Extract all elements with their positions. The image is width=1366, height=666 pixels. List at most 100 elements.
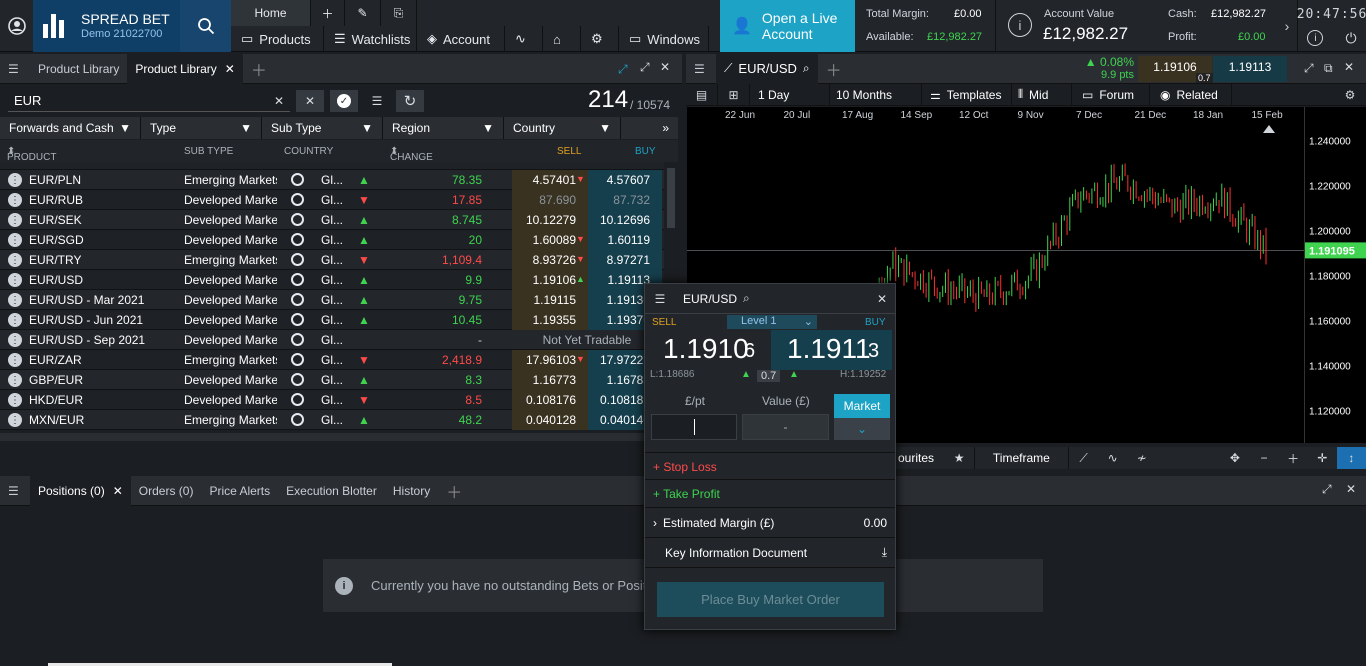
star-icon[interactable]: ★ [945, 447, 974, 469]
table-row[interactable]: ⋮ EUR/ZAR Emerging Markets Gl... ▼ 1.32% 2,41… [0, 350, 678, 370]
col-subtype[interactable]: SUB TYPE [184, 146, 233, 157]
expand-columns-icon[interactable]: » [621, 117, 678, 139]
info-icon[interactable]: i [1008, 13, 1032, 37]
clear-filter-button[interactable]: ✕ [296, 90, 324, 112]
more-icon[interactable]: ⋮ [8, 253, 22, 267]
draw-tools-icon[interactable]: ▤ [686, 84, 718, 105]
more-icon[interactable]: ⋮ [8, 233, 22, 247]
tab-positions[interactable]: Positions (0) ✕ [30, 475, 131, 506]
layout-options-icon[interactable]: ⎘ [381, 0, 417, 26]
horizontal-scrollbar[interactable] [0, 433, 682, 441]
more-icon[interactable]: ⋮ [8, 193, 22, 207]
table-row[interactable]: ⋮ EUR/USD - Mar 2021 Developed Markets Gl..… [0, 290, 678, 310]
fit-vertical-icon[interactable]: ↕ [1336, 447, 1366, 469]
more-icon[interactable]: ⋮ [8, 333, 22, 347]
sell-price[interactable]: 1.19115 [512, 290, 588, 310]
table-row[interactable]: ⋮ GBP/EUR Developed Markets Gl... ▲ 0.07% 8.3… [0, 370, 678, 390]
buy-price[interactable]: 10.12696 [588, 210, 662, 230]
popout-icon[interactable]: ⧉ [1324, 61, 1333, 76]
table-row[interactable]: ⋮ MXN/EUR Emerging Markets Gl... ▲ 1.21% 48.2… [0, 410, 678, 430]
estimated-margin-row[interactable]: › Estimated Margin (£) 0.00 [645, 508, 895, 538]
more-icon[interactable]: ⋮ [8, 213, 22, 227]
trendline-icon[interactable]: ⟋ [1069, 447, 1098, 469]
watchlists-menu[interactable]: ☰ Watchlists [324, 26, 417, 52]
menu-icon[interactable]: ☰ [0, 476, 30, 506]
activity-icon[interactable]: ∿ [505, 26, 543, 52]
product-name[interactable]: EUR/USD - Jun 2021 [29, 313, 143, 327]
search-icon[interactable]: ⌕ [743, 291, 750, 306]
product-name[interactable]: EUR/PLN [29, 173, 81, 187]
study-icon[interactable]: ≁ [1127, 447, 1156, 469]
level-select[interactable]: Level 1 ⌄ [727, 315, 817, 329]
tab-price-alerts[interactable]: Price Alerts [201, 476, 278, 506]
windows-menu[interactable]: ▭ Windows [619, 26, 709, 52]
tab-execution-blotter[interactable]: Execution Blotter [278, 476, 385, 506]
add-tab-icon[interactable]: ＋ [438, 476, 470, 506]
chart-settings-icon[interactable]: ⚙ [1334, 84, 1366, 105]
sell-price[interactable]: 0.108176 [512, 390, 588, 410]
refresh-icon[interactable]: ↻ [396, 90, 424, 112]
zoom-out-icon[interactable]: − [1249, 447, 1278, 469]
close-panel-icon[interactable]: ✕ [1346, 482, 1356, 496]
maximize-icon[interactable]: ⤢ [1322, 482, 1332, 497]
open-live-account-button[interactable]: 👤 Open a Live Account [720, 0, 855, 52]
list-view-icon[interactable]: ☰ [363, 90, 391, 112]
table-row[interactable]: ⋮ HKD/EUR Developed Markets Gl... ▼ 0.07% 8.5… [0, 390, 678, 410]
more-icon[interactable]: ⋮ [8, 293, 22, 307]
check-button[interactable]: ✓ [330, 90, 358, 112]
buy-price[interactable]: 8.97271 [588, 250, 662, 270]
product-name[interactable]: HKD/EUR [29, 393, 83, 407]
add-tab-icon[interactable]: ＋ [818, 54, 850, 84]
close-panel-icon[interactable]: ✕ [660, 60, 670, 74]
menu-icon[interactable]: ☰ [0, 54, 30, 84]
buy-price[interactable]: 87.732 [588, 190, 662, 210]
close-icon[interactable]: ✕ [113, 484, 123, 498]
tab-product-library-2[interactable]: Product Library ✕ [127, 53, 243, 84]
more-icon[interactable]: ⋮ [8, 273, 22, 287]
scroll-up-icon[interactable] [1263, 125, 1275, 133]
pan-icon[interactable]: ✥ [1220, 447, 1249, 469]
product-name[interactable]: EUR/SGD [29, 233, 84, 247]
tab-product-library-1[interactable]: Product Library [30, 54, 127, 84]
filter-forwards-cash[interactable]: Forwards and Cash ▼ [0, 117, 141, 139]
kid-link[interactable]: Key Information Document ⤓ [645, 538, 895, 568]
more-icon[interactable]: ⋮ [8, 413, 22, 427]
table-row[interactable]: ⋮ EUR/RUB Developed Markets Gl... ▼ 0.2% 17.8… [0, 190, 678, 210]
products-menu[interactable]: ▭ Products [231, 26, 324, 52]
account-menu[interactable]: ◈ Account [417, 26, 505, 52]
search-button[interactable] [180, 0, 231, 52]
col-change[interactable]: CHANGE ⬍ [390, 146, 433, 163]
more-icon[interactable]: ⋮ [8, 373, 22, 387]
menu-icon[interactable]: ☰ [645, 292, 675, 306]
buy-price[interactable]: 4.57607 [588, 170, 662, 190]
product-name[interactable]: EUR/USD - Sep 2021 [29, 333, 145, 347]
table-row[interactable]: ⋮ EUR/USD Developed Markets Gl... ▲ 0.08% 9.9… [0, 270, 678, 290]
clear-icon[interactable]: ✕ [274, 94, 284, 108]
range-select[interactable]: 10 Months [830, 84, 922, 105]
buy-quote-button[interactable]: 1.19113 [1213, 56, 1287, 82]
chevron-right-icon[interactable]: › [1277, 0, 1297, 52]
table-row[interactable]: ⋮ EUR/USD - Sep 2021 Developed Markets Gl..… [0, 330, 678, 350]
tab-orders[interactable]: Orders (0) [131, 476, 202, 506]
chart-symbol-tab[interactable]: ⟋ EUR/USD ⌕ [716, 53, 818, 84]
search-icon[interactable]: ⌕ [803, 61, 810, 76]
expand-icon[interactable]: ⤢ [1304, 61, 1314, 76]
scroll-thumb[interactable] [667, 168, 675, 228]
add-take-profit[interactable]: + Take Profit [645, 480, 895, 508]
forum-button[interactable]: ▭ Forum [1072, 84, 1150, 105]
product-name[interactable]: EUR/USD [29, 273, 83, 287]
sell-price[interactable]: 0.040128 [512, 410, 588, 430]
interval-select[interactable]: 1 Day [750, 84, 830, 105]
buy-price[interactable]: 1.60119 [588, 230, 662, 250]
more-icon[interactable]: ⋮ [8, 313, 22, 327]
sell-price[interactable]: 1.16773 [512, 370, 588, 390]
crosshair-icon[interactable]: ✛ [1308, 447, 1337, 469]
filter-type[interactable]: Type ▼ [141, 117, 262, 139]
table-row[interactable]: ⋮ EUR/TRY Emerging Markets Gl... ▼ 1.22% 1,10… [0, 250, 678, 270]
product-name[interactable]: EUR/USD - Mar 2021 [29, 293, 144, 307]
tab-history[interactable]: History [385, 476, 438, 506]
filter-sub-type[interactable]: Sub Type ▼ [262, 117, 383, 139]
expand-icon[interactable]: ⤢ [618, 62, 628, 77]
table-row[interactable]: ⋮ EUR/SEK Developed Markets Gl... ▲ 0.08% 8.7… [0, 210, 678, 230]
product-name[interactable]: EUR/TRY [29, 253, 81, 267]
